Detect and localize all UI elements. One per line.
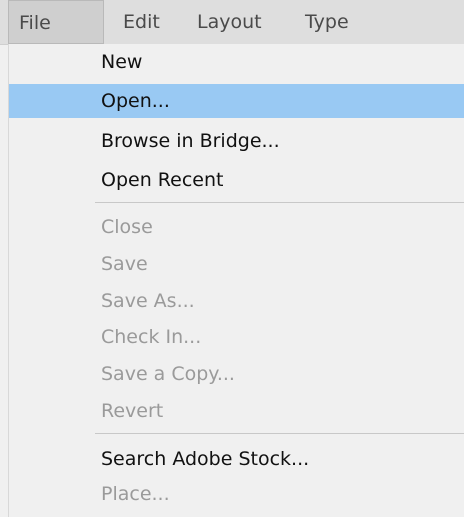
menu-file[interactable]: File	[8, 0, 104, 44]
menu-item-revert: Revert	[101, 400, 164, 422]
menu-edit[interactable]: Edit	[123, 0, 160, 44]
menu-layout[interactable]: Layout	[197, 0, 262, 44]
menu-separator	[95, 202, 464, 203]
menu-type[interactable]: Type	[305, 0, 349, 44]
menu-bar: File Edit Layout Type	[0, 0, 464, 45]
file-menu-dropdown: New Open... Browse in Bridge... Open Rec…	[8, 44, 464, 517]
menu-item-open[interactable]: Open...	[9, 84, 464, 118]
menu-item-browse-in-bridge[interactable]: Browse in Bridge...	[9, 124, 464, 158]
menu-item-save-a-copy: Save a Copy...	[101, 363, 235, 385]
menu-item-close: Close	[101, 216, 153, 238]
menu-item-save: Save	[101, 253, 148, 275]
menu-item-save-as: Save As...	[101, 290, 195, 312]
menu-item-open-recent[interactable]: Open Recent	[9, 163, 464, 197]
menu-item-place: Place...	[101, 483, 170, 505]
menu-separator	[95, 433, 464, 434]
menu-item-search-adobe-stock[interactable]: Search Adobe Stock...	[9, 442, 464, 476]
menu-item-check-in: Check In...	[101, 326, 202, 348]
menu-item-new[interactable]: New	[9, 45, 464, 79]
